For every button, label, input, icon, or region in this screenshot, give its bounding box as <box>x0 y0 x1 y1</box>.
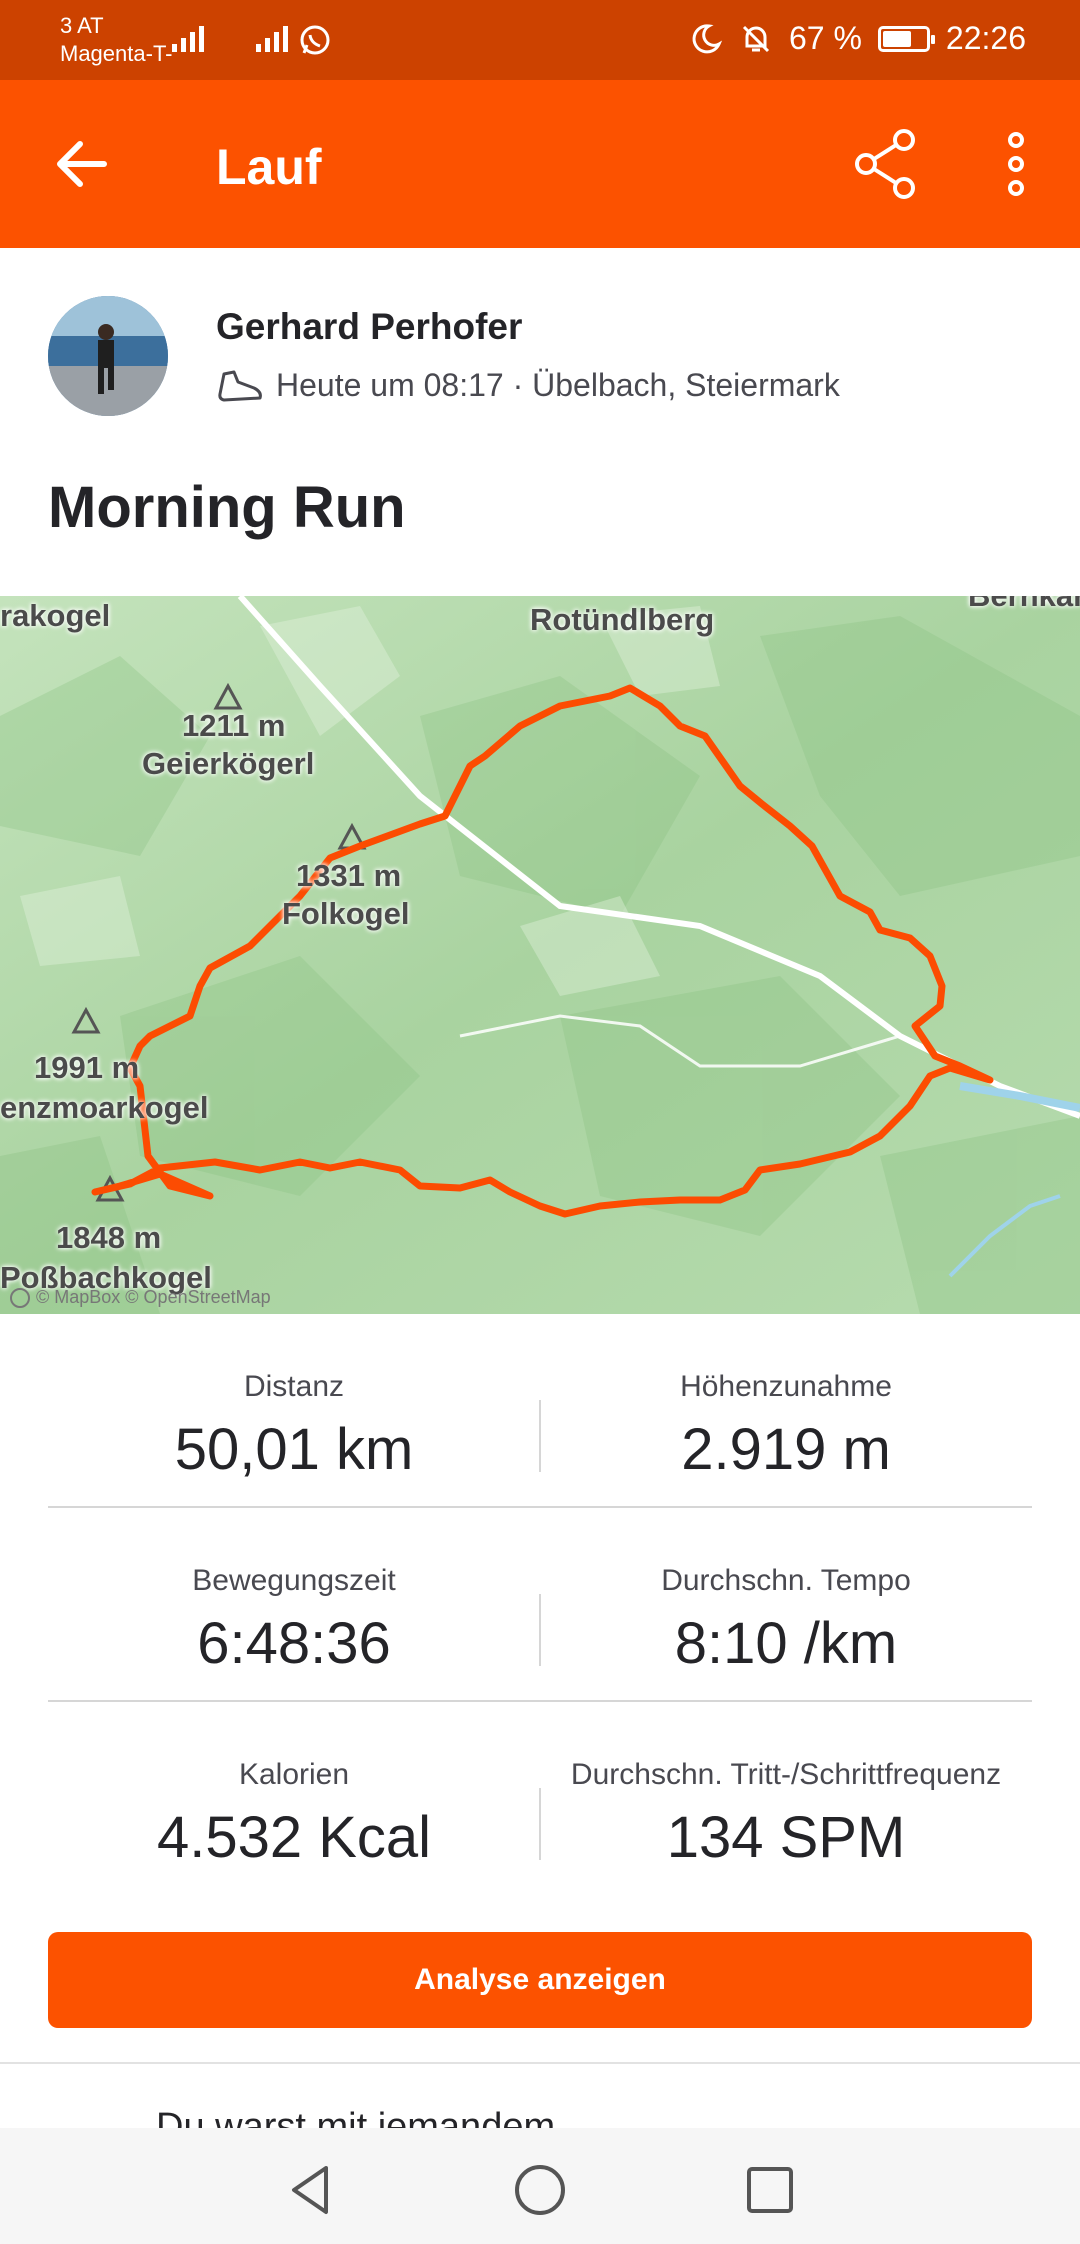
avatar[interactable] <box>48 296 168 416</box>
stats-row: Kalorien 4.532 Kcal Durchschn. Tritt-/Sc… <box>48 1702 1032 1896</box>
stat-label: Durchschn. Tritt-/Schrittfrequenz <box>570 1758 1002 1791</box>
section-divider <box>0 2062 1080 2064</box>
stat-avg-pace: Durchschn. Tempo 8:10 /km <box>540 1508 1032 1677</box>
moon-icon <box>692 23 723 53</box>
stat-elevation-gain: Höhenzunahme 2.919 m <box>540 1314 1032 1483</box>
map-label-moar-elevation: 1991 m <box>34 1050 140 1085</box>
map-label-folk-elevation: 1331 m <box>296 858 402 893</box>
page-title: Lauf <box>216 139 322 195</box>
stats-row: Bewegungszeit 6:48:36 Durchschn. Tempo 8… <box>48 1508 1032 1702</box>
stats-grid: Distanz 50,01 km Höhenzunahme 2.919 m Be… <box>48 1314 1032 1896</box>
stat-label: Distanz <box>243 1370 345 1403</box>
nav-home-icon[interactable] <box>512 2162 568 2218</box>
more-vert-icon[interactable] <box>996 128 1036 200</box>
stat-label: Kalorien <box>238 1758 350 1791</box>
stat-moving-time: Bewegungszeit 6:48:36 <box>48 1508 540 1677</box>
avatar-image <box>48 296 168 416</box>
carrier-info: 3 AT Magenta-T- <box>60 12 173 68</box>
stat-value: 50,01 km <box>174 1417 414 1482</box>
map-attribution[interactable]: © MapBox © OpenStreetMap <box>10 1287 271 1308</box>
map-label-rakogel: rakogel <box>0 598 111 633</box>
stat-value: 2.919 m <box>681 1417 891 1482</box>
nav-back-icon[interactable] <box>282 2162 338 2218</box>
app-bar: Lauf <box>0 80 1080 248</box>
map-canvas <box>0 596 1080 1314</box>
stat-label: Höhenzunahme <box>680 1370 892 1403</box>
map-label-folkogel: Folkogel <box>282 896 410 931</box>
signal-icon <box>172 22 204 52</box>
stat-value: 8:10 /km <box>674 1611 898 1676</box>
bell-off-icon <box>742 25 770 52</box>
battery-level <box>882 30 912 47</box>
map-label-enzmoarkogel: enzmoarkogel <box>0 1090 209 1125</box>
map-attribution-text: © MapBox © OpenStreetMap <box>36 1287 271 1307</box>
map-label-geierkoegerl: Geierkögerl <box>142 746 315 781</box>
shoe-icon <box>218 370 262 402</box>
map-label-geier-elevation: 1211 m <box>182 708 286 743</box>
athlete-name[interactable]: Gerhard Perhofer <box>216 306 522 348</box>
carrier-line-2: Magenta-T- <box>60 41 173 66</box>
map-label-rotuendlberg: Rotündlberg <box>530 602 715 637</box>
stat-value: 6:48:36 <box>197 1611 391 1676</box>
battery-icon <box>877 25 935 52</box>
stat-label: Bewegungszeit <box>192 1564 396 1597</box>
map-label-bernkar: Bernkar <box>968 596 1080 614</box>
battery-percent: 67 % <box>788 20 862 56</box>
stats-row: Distanz 50,01 km Höhenzunahme 2.919 m <box>48 1314 1032 1508</box>
signal-icon <box>256 22 288 52</box>
back-arrow-icon[interactable] <box>54 136 110 192</box>
status-bar: 3 AT Magenta-T- 67 % 22:26 <box>0 0 1080 80</box>
mapbox-logo-icon <box>10 1287 30 1308</box>
clock: 22:26 <box>945 20 1026 56</box>
activity-title: Morning Run <box>48 475 406 540</box>
stat-avg-cadence: Durchschn. Tritt-/Schrittfrequenz 134 SP… <box>540 1702 1032 1871</box>
system-nav-bar <box>0 2128 1080 2244</box>
whatsapp-icon <box>300 25 330 55</box>
activity-meta: Heute um 08:17 · Übelbach, Steiermark <box>216 366 840 404</box>
stat-value: 134 SPM <box>666 1805 906 1870</box>
stat-calories: Kalorien 4.532 Kcal <box>48 1702 540 1871</box>
stat-distance: Distanz 50,01 km <box>48 1314 540 1483</box>
share-icon[interactable] <box>850 128 922 200</box>
nav-recents-icon[interactable] <box>742 2162 798 2218</box>
stat-value: 4.532 Kcal <box>156 1805 432 1870</box>
map-label-possbach-elevation: 1848 m <box>56 1220 162 1255</box>
route-map[interactable]: rakogel Rotündlberg Bernkar 1211 m Geier… <box>0 596 1080 1314</box>
activity-meta-text: Heute um 08:17 · Übelbach, Steiermark <box>276 366 840 403</box>
status-right: 67 % 22:26 <box>689 20 1026 57</box>
stat-label: Durchschn. Tempo <box>661 1564 911 1597</box>
analyse-button[interactable]: Analyse anzeigen <box>48 1932 1032 2028</box>
carrier-line-1: 3 AT <box>60 13 104 38</box>
